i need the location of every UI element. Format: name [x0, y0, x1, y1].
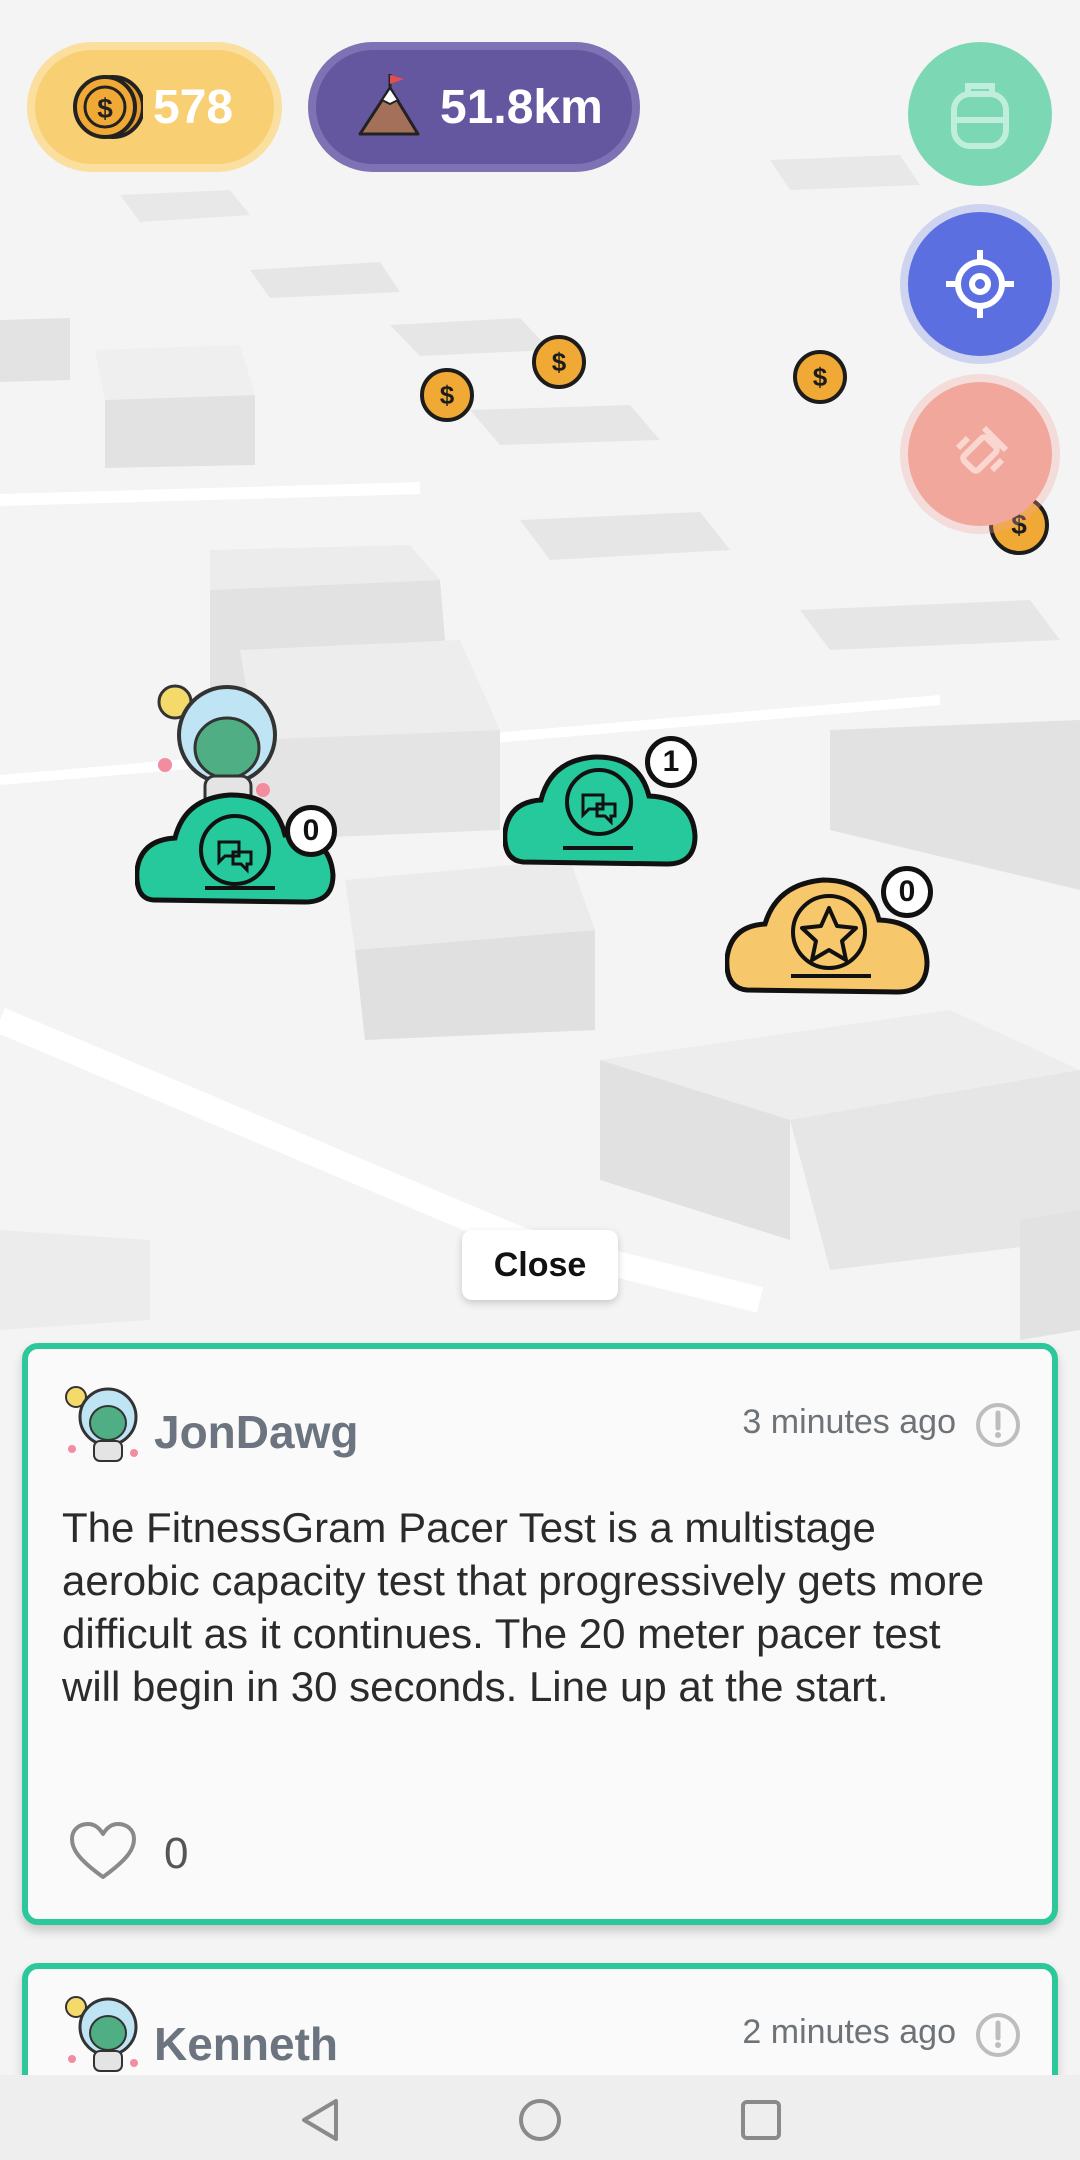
cloud-chat[interactable]: 1	[503, 736, 703, 880]
post-card-clip: Kenneth 2 minutes ago	[0, 1955, 1080, 2075]
satellite-icon	[955, 425, 1009, 474]
backpack-icon	[951, 83, 1009, 149]
user-avatar	[65, 1386, 138, 1462]
cloud-count-badge: 0	[881, 866, 933, 918]
cloud-count-badge: 1	[645, 736, 697, 788]
post-text: The FitnessGram Pacer Test is a multista…	[62, 1504, 985, 1710]
coin-count: 578	[153, 80, 234, 134]
map-coin[interactable]: $	[793, 350, 847, 404]
crosshair-icon	[946, 250, 1014, 318]
system-nav-bar	[0, 2075, 1080, 2160]
user-avatar	[65, 1996, 138, 2072]
close-button[interactable]: Close	[462, 1230, 618, 1300]
heart-icon[interactable]	[68, 1821, 138, 1883]
satellite-button[interactable]	[908, 382, 1052, 526]
distance-value: 51.8km	[440, 80, 603, 134]
distance-counter[interactable]: 51.8km	[308, 42, 640, 172]
post-timestamp: 2 minutes ago	[742, 2013, 956, 2051]
locate-button[interactable]	[908, 212, 1052, 356]
cloud-chat-player[interactable]: 0	[135, 680, 345, 920]
back-icon[interactable]	[296, 2095, 346, 2145]
post-username[interactable]: JonDawg	[154, 1405, 358, 1459]
post-card[interactable]: JonDawg 3 minutes ago The FitnessGram Pa…	[22, 1343, 1058, 1925]
recents-icon[interactable]	[736, 2095, 786, 2145]
coin-counter[interactable]: $ 578	[27, 42, 282, 172]
home-icon[interactable]	[515, 2095, 565, 2145]
report-icon[interactable]	[974, 1401, 1022, 1449]
svg-text:$: $	[97, 93, 113, 124]
map-coin[interactable]: $	[420, 368, 474, 422]
mountain-flag-icon	[358, 74, 420, 136]
backpack-button[interactable]	[908, 42, 1052, 186]
cloud-star[interactable]: 0	[725, 862, 935, 1007]
post-username[interactable]: Kenneth	[154, 2017, 338, 2071]
cloud-count-badge: 0	[285, 805, 337, 857]
map-coin[interactable]: $	[532, 335, 586, 389]
coin-icon: $	[73, 75, 143, 139]
post-card[interactable]: Kenneth 2 minutes ago	[22, 1963, 1058, 2075]
like-count: 0	[164, 1829, 189, 1878]
report-icon[interactable]	[974, 2011, 1022, 2059]
post-timestamp: 3 minutes ago	[742, 1403, 956, 1441]
